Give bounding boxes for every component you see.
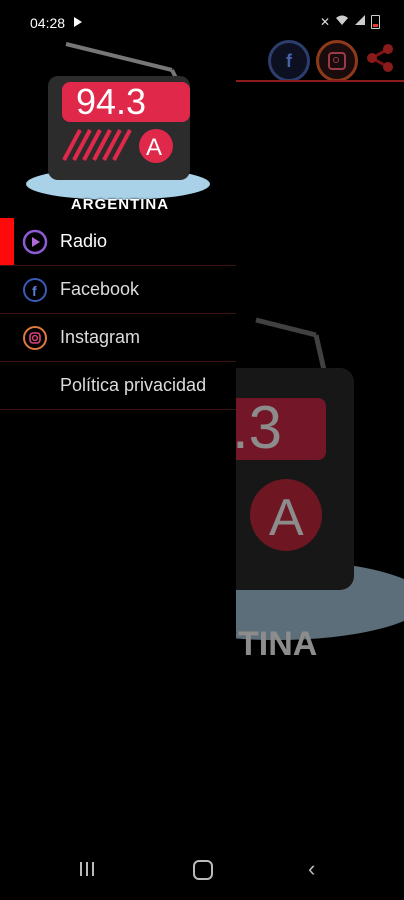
facebook-header-button[interactable]: f [268, 40, 310, 82]
system-nav-bar: ‹ [0, 846, 404, 900]
menu-item-instagram[interactable]: Instagram [0, 314, 236, 362]
facebook-icon: f [286, 50, 292, 71]
recents-button[interactable] [80, 862, 94, 876]
instagram-icon [328, 52, 346, 70]
drawer-menu: Radio f Facebook Instagram Política priv… [0, 218, 236, 410]
menu-item-label: Política privacidad [60, 375, 207, 395]
large-frequency: .3 [236, 394, 282, 461]
status-time: 04:28 [30, 15, 66, 31]
station-logo-large: .3 A TINA [236, 317, 404, 663]
large-country: TINA [238, 625, 317, 663]
active-indicator [0, 218, 14, 265]
large-band-letter: A [269, 489, 304, 547]
menu-item-radio[interactable]: Radio [0, 218, 236, 266]
radio-play-icon [22, 229, 48, 254]
status-bar: 04:28 ✕ [0, 0, 404, 46]
logo-country: ARGENTINA [70, 196, 170, 213]
back-button[interactable]: ‹ [308, 856, 315, 882]
signal-icon [354, 14, 366, 29]
battery-low-icon [371, 14, 380, 29]
menu-item-label: Radio [60, 231, 108, 251]
logo-frequency: 94.3 [76, 81, 146, 122]
header-divider [236, 80, 404, 82]
status-icons: ✕ [320, 14, 380, 29]
home-button[interactable] [193, 860, 213, 880]
menu-item-privacy-policy[interactable]: Política privacidad [0, 362, 236, 410]
mute-icon: ✕ [319, 14, 330, 29]
logo-band-letter: A [146, 134, 162, 161]
menu-item-label: Instagram [60, 327, 141, 347]
station-logo: 94.3 A [26, 42, 210, 200]
navigation-drawer: 94.3 A ARGENTINA Radio f Facebook Instag… [0, 0, 236, 900]
play-icon [74, 17, 82, 27]
instagram-icon [23, 325, 47, 350]
menu-item-facebook[interactable]: f Facebook [0, 266, 236, 314]
facebook-icon: f [23, 277, 47, 302]
wifi-icon [335, 14, 349, 29]
menu-item-label: Facebook [60, 279, 140, 299]
svg-text:f: f [32, 283, 37, 299]
instagram-header-button[interactable] [316, 40, 358, 82]
